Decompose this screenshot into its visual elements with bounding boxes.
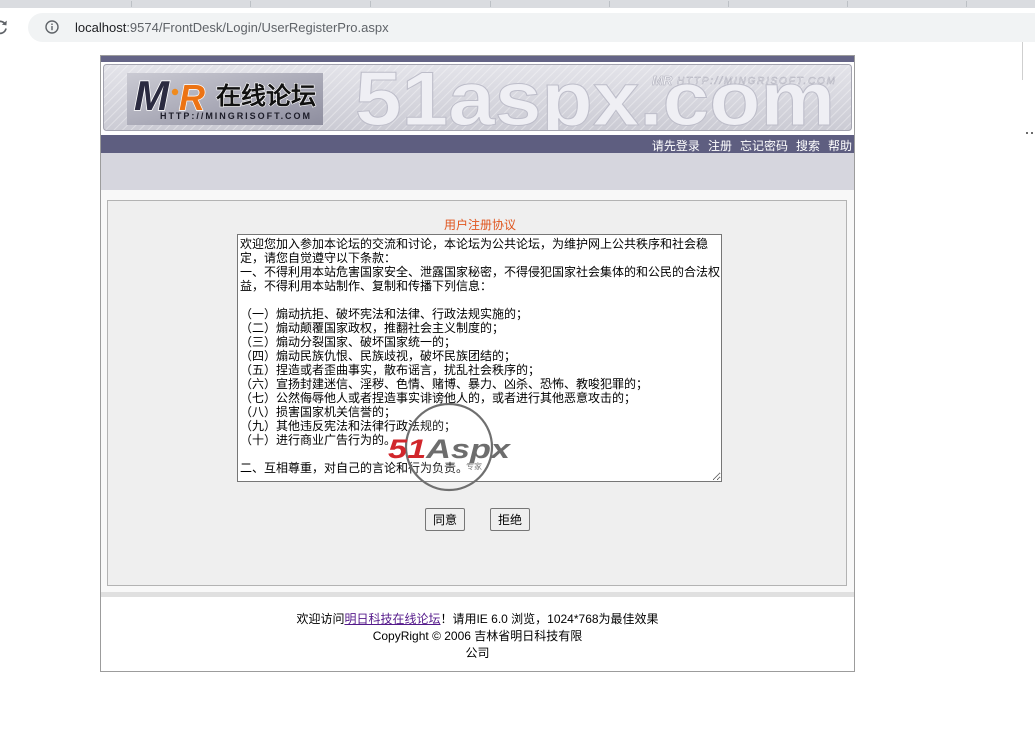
footer-separator — [101, 592, 854, 597]
footer-site-link[interactable]: 明日科技在线论坛 — [344, 612, 440, 626]
agreement-textarea[interactable]: 欢迎您加入参加本论坛的交流和讨论，本论坛为公共论坛，为维护网上公共秩序和社会稳定… — [237, 234, 722, 482]
url-path: :9574/FrontDesk/Login/UserRegisterPro.as… — [126, 20, 389, 35]
footer-welcome-suffix: ！请用IE 6.0 浏览，1024*768为最佳效果 — [440, 612, 659, 626]
tab-separator — [490, 1, 491, 7]
logo-dot — [171, 88, 179, 96]
footer-welcome-line: 欢迎访问明日科技在线论坛！请用IE 6.0 浏览，1024*768为最佳效果 — [101, 611, 854, 628]
tab-separator — [728, 1, 729, 7]
side-panel-resize-handle[interactable] — [1026, 132, 1034, 135]
banner-corner-mark: MR — [652, 73, 673, 88]
tab-separator — [847, 1, 848, 7]
tab-separator — [250, 1, 251, 7]
tab-separator — [131, 1, 132, 7]
top-nav-bar: 请先登录 注册 忘记密码 搜索 帮助 — [101, 135, 854, 153]
nav-link-login[interactable]: 请先登录 — [652, 139, 700, 153]
header-banner: 51aspx.com MR HTTP://MINGRISOFT.COM M R … — [103, 64, 852, 131]
address-bar-url[interactable]: localhost:9574/FrontDesk/Login/UserRegis… — [75, 19, 389, 36]
banner-graphic: 51aspx.com MR HTTP://MINGRISOFT.COM M R … — [103, 64, 852, 131]
footer-copyright-line: CopyRight © 2006 吉林省明日科技有限 — [372, 629, 583, 643]
reload-icon[interactable] — [0, 18, 9, 36]
content-area: 用户注册协议 欢迎您加入参加本论坛的交流和讨论，本论坛为公共论坛，为维护网上公共… — [101, 190, 854, 592]
sub-header-band — [101, 153, 854, 190]
decline-button[interactable]: 拒绝 — [490, 508, 530, 531]
info-icon[interactable] — [45, 20, 59, 34]
tab-separator — [370, 1, 371, 7]
side-panel-border — [1022, 42, 1023, 80]
url-host: localhost — [75, 20, 127, 35]
nav-link-search[interactable]: 搜索 — [796, 139, 820, 153]
page-footer: 欢迎访问明日科技在线论坛！请用IE 6.0 浏览，1024*768为最佳效果 C… — [101, 611, 854, 662]
nav-link-register[interactable]: 注册 — [708, 139, 732, 153]
browser-tab-strip — [0, 0, 1035, 8]
logo-name: 在线论坛 — [216, 82, 316, 110]
footer-copyright-line-2: 公司 — [465, 646, 490, 660]
banner-watermark-text: 51aspx.com — [355, 64, 835, 131]
agreement-title: 用户注册协议 — [443, 218, 516, 232]
agree-button[interactable]: 同意 — [425, 508, 465, 531]
agreement-panel: 用户注册协议 欢迎您加入参加本论坛的交流和讨论，本论坛为公共论坛，为维护网上公共… — [107, 200, 847, 586]
nav-link-forgot-password[interactable]: 忘记密码 — [740, 139, 788, 153]
banner-corner-url: HTTP://MINGRISOFT.COM — [677, 76, 836, 87]
nav-link-help[interactable]: 帮助 — [828, 139, 852, 153]
tab-separator — [966, 1, 967, 7]
forum-page: 51aspx.com MR HTTP://MINGRISOFT.COM M R … — [100, 55, 855, 672]
footer-welcome-prefix: 欢迎访问 — [296, 612, 345, 626]
header-top-stripe — [101, 56, 854, 62]
tab-separator — [609, 1, 610, 7]
forum-logo: M R 在线论坛 HTTP://MINGRISOFT.COM — [127, 71, 323, 125]
